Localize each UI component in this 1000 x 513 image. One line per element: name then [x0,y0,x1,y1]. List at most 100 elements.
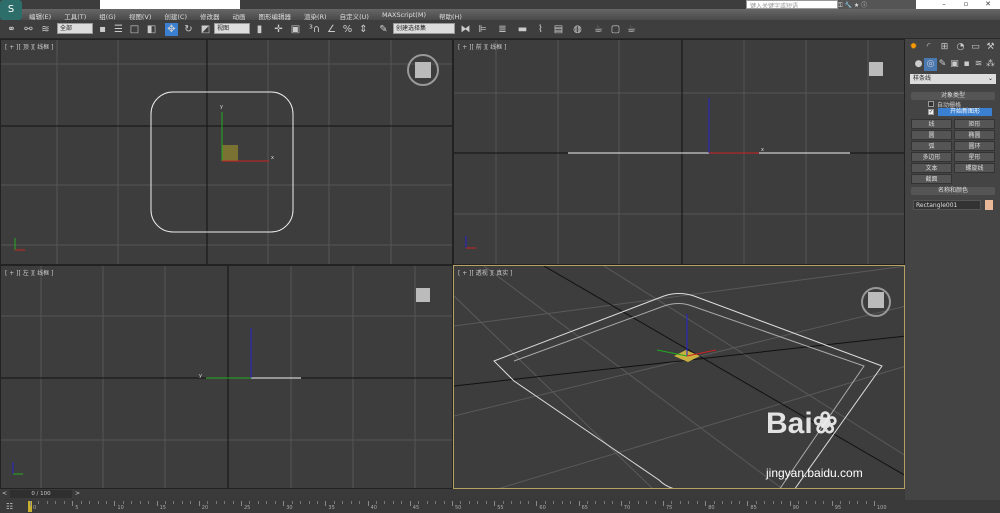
auto-grid-checkbox[interactable] [928,101,934,107]
menu-item[interactable]: 修改器 [193,9,226,21]
viewport-label[interactable]: [ + ][ 顶 ][ 线框 ] [5,42,54,51]
menu-item[interactable]: MAXScript(M) [375,9,432,20]
viewport-front[interactable]: x [ + ][ 前 ][ 线框 ] [453,39,905,265]
percent-snap-icon[interactable]: % [341,23,354,36]
tick-mark [831,501,833,506]
menu-item[interactable]: 创建(C) [157,9,193,21]
shape-button[interactable]: 星形 [954,152,995,162]
close-button[interactable]: ✕ [974,0,1000,9]
minor-tick [679,501,681,504]
shape-button[interactable]: 矩形 [954,119,995,129]
render-icon[interactable]: ☕ [625,23,638,36]
shape-button[interactable]: 圆 [911,130,952,140]
category-dropdown[interactable]: 样条线 ⌄ [910,74,996,84]
window-crossing-icon[interactable]: ◧ [145,23,158,36]
menu-item[interactable]: 自定义(U) [333,9,375,21]
named-selection-dropdown[interactable]: 创建选择集 [393,23,455,34]
mirror-icon[interactable]: ⧓ [459,23,472,36]
menu-item[interactable]: 渲染(R) [297,9,333,21]
select-move-icon[interactable]: ✥ [165,23,178,36]
utilities-tab-icon[interactable]: ⚒ [984,41,997,54]
align-icon[interactable]: ⊫ [476,23,489,36]
shape-button[interactable]: 椭圆 [954,130,995,140]
tick-label: 75 [666,505,673,511]
viewport-label[interactable]: [ + ][ 左 ][ 线框 ] [5,268,54,277]
minor-tick [257,501,259,504]
object-color-swatch[interactable] [985,200,993,210]
object-type-rollout-header[interactable]: 对象类型 [911,92,995,100]
shape-button[interactable]: 截面 [911,174,952,184]
spinner-snap-icon[interactable]: ⇕ [357,23,370,36]
track-bar[interactable]: ☷ 0 5 10 15 20 25 30 35 40 45 50 55 60 65 70 75 80 85 90 95… [0,500,1000,513]
minor-tick [823,501,825,504]
menu-item[interactable]: 编辑(E) [22,9,57,21]
select-by-name-icon[interactable]: ☰ [112,23,125,36]
viewport-label[interactable]: [ + ][ 透视 ][ 真实 ] [458,268,513,277]
minor-tick [215,501,217,504]
minor-tick [342,501,344,504]
minor-tick [798,501,800,504]
viewport-top[interactable]: yx [ + ][ 顶 ][ 线框 ] [0,39,453,265]
time-slider[interactable]: < 0 / 100 > [0,489,905,500]
minor-tick [460,501,462,504]
curve-editor-icon[interactable]: ⌇ [534,23,547,36]
viewport-label[interactable]: [ + ][ 前 ][ 线框 ] [458,42,507,51]
rendered-frame-icon[interactable]: ▢ [609,23,622,36]
start-new-shape-checkbox[interactable]: ✓ [928,109,934,115]
track-view-icon[interactable]: ☷ [6,502,13,511]
shape-button[interactable]: 线 [911,119,952,129]
shape-button[interactable]: 螺旋线 [954,163,995,173]
snap-toggle-icon[interactable]: ³∩ [308,23,321,36]
selection-filter-dropdown[interactable]: 全部 [57,23,93,34]
shape-button[interactable]: 多边形 [911,152,952,162]
search-tools[interactable]: ⚿ 🔧 ★ ⓘ [838,0,916,9]
menu-item[interactable]: 工具(T) [57,9,92,21]
material-editor-icon[interactable]: ◍ [571,23,584,36]
select-rotate-icon[interactable]: ↻ [182,23,195,36]
edit-named-selection-icon[interactable]: ✎ [377,23,390,36]
create-tab-icon[interactable]: ✹ [907,41,920,54]
display-tab-icon[interactable]: ▭ [969,41,982,54]
layer-manager-icon[interactable]: ≣ [496,23,509,36]
pivot-icon[interactable]: ▮ [253,23,266,36]
rect-selection-icon[interactable]: □ [128,23,141,36]
scene-explorer-icon[interactable]: ▬ [516,23,529,36]
menu-item[interactable]: 视图(V) [122,9,158,21]
viewport-left[interactable]: y [ + ][ 左 ][ 线框 ] [0,265,453,489]
systems-icon[interactable]: ⁂ [984,58,997,71]
minor-tick [671,501,673,504]
schematic-view-icon[interactable]: ▤ [552,23,565,36]
object-name-input[interactable]: Rectangle001 [913,200,981,210]
shape-button[interactable]: 圆环 [954,141,995,151]
name-color-rollout-header[interactable]: 名称和颜色 [911,187,995,195]
minor-tick [131,501,133,504]
angle-snap-icon[interactable]: ∠ [325,23,338,36]
prev-frame-button[interactable]: < [2,490,7,497]
unlink-icon[interactable]: ⚯ [22,23,35,36]
keyboard-shortcut-icon[interactable]: ▣ [289,23,302,36]
render-setup-icon[interactable]: ☕ [592,23,605,36]
menu-item[interactable]: 图形编辑器 [252,9,298,21]
menu-item[interactable]: 动画 [226,9,252,21]
search-input[interactable]: 键入关键字或短语 [746,0,838,10]
bind-space-warp-icon[interactable]: ≋ [39,23,52,36]
start-new-shape-button[interactable]: 开始新图形 [938,108,992,116]
hierarchy-tab-icon[interactable]: ⊞ [938,41,951,54]
motion-tab-icon[interactable]: ◔ [954,41,967,54]
select-scale-icon[interactable]: ◩ [199,23,212,36]
menu-item[interactable]: 帮助(H) [432,9,468,21]
app-logo-button[interactable]: S [0,0,22,20]
shape-button[interactable]: 文本 [911,163,952,173]
time-slider-thumb[interactable]: 0 / 100 [10,490,72,498]
viewport-perspective[interactable]: [ + ][ 透视 ][ 真实 ] Bai❀ jingyan.baidu.com [453,265,905,489]
modify-tab-icon[interactable]: ◜ [922,41,935,54]
minor-tick [713,501,715,504]
reference-coord-dropdown[interactable]: 视图 [214,23,250,34]
menu-item[interactable]: 组(G) [92,9,122,21]
shape-button[interactable]: 弧 [911,141,952,151]
next-frame-button[interactable]: > [75,490,80,497]
link-icon[interactable]: ⚭ [5,23,18,36]
tick-label: 25 [244,505,251,511]
manipulate-icon[interactable]: ✛ [272,23,285,36]
select-object-icon[interactable]: ▪ [96,23,109,36]
